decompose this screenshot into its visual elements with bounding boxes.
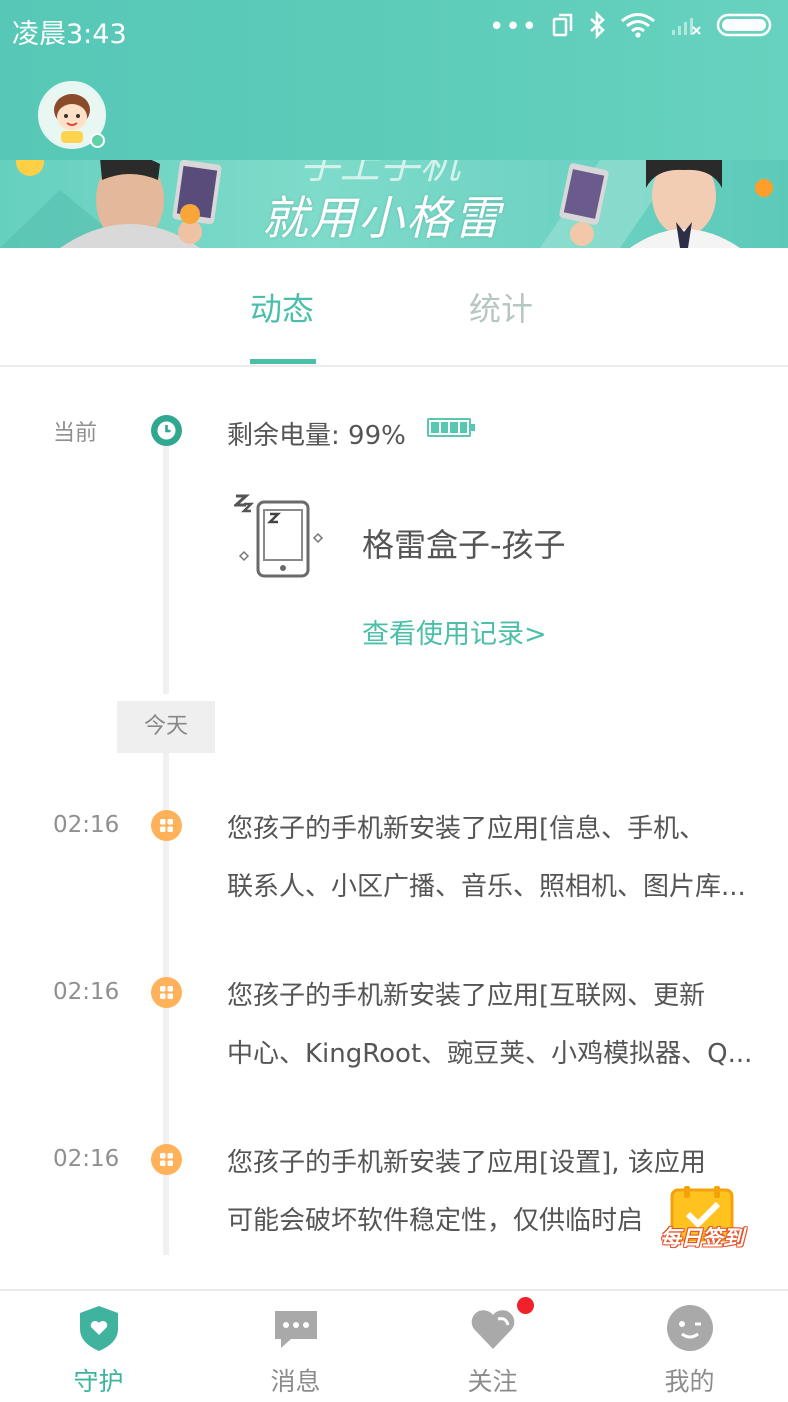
nav-label: 我的: [664, 1367, 715, 1396]
clock-icon: [151, 415, 182, 446]
nav-guard[interactable]: 守护: [0, 1291, 197, 1402]
nav-label: 关注: [467, 1367, 518, 1396]
event-message-line: 中心、KingRoot、豌豆荚、小鸡模拟器、Q...: [227, 1039, 753, 1069]
online-status-dot: [90, 133, 105, 148]
tab-activity[interactable]: 动态: [250, 284, 314, 330]
screen-mirror-icon: [552, 13, 574, 41]
daily-signin-button[interactable]: 每日签到: [654, 1186, 750, 1252]
sleeping-phone-icon: [232, 490, 326, 582]
daily-signin-label: 每日签到: [660, 1226, 744, 1250]
battery-remaining-text: 剩余电量: 99%: [227, 421, 406, 451]
battery-level-icon: [427, 418, 471, 437]
apps-grid-icon: [151, 1144, 182, 1175]
nav-label: 守护: [73, 1367, 124, 1396]
banner-slogan: 就用小格雷: [262, 191, 502, 245]
smiley-face-icon: [665, 1303, 715, 1353]
battery-status-icon: [716, 13, 774, 41]
view-usage-link[interactable]: 查看使用记录>: [362, 612, 547, 651]
event-message-line: 您孩子的手机新安装了应用[互联网、更新: [227, 981, 706, 1011]
status-bar-time: 凌晨3:43: [12, 19, 127, 50]
bluetooth-icon: [588, 10, 606, 43]
shield-heart-icon: [74, 1303, 124, 1353]
event-message-line: 您孩子的手机新安装了应用[设置], 该应用: [227, 1148, 706, 1178]
nav-messages[interactable]: 消息: [197, 1291, 394, 1402]
bottom-navigation: 守护 消息 关注 我的: [0, 1289, 788, 1402]
event-time: 02:16: [53, 1146, 120, 1172]
current-label: 当前: [53, 421, 98, 446]
apps-grid-icon: [151, 977, 182, 1008]
signal-off-icon: [670, 12, 702, 42]
nav-mine[interactable]: 我的: [591, 1291, 788, 1402]
more-dots-icon: •••: [488, 12, 538, 42]
event-time: 02:16: [53, 979, 120, 1005]
event-message: 您孩子的手机新安装了应用[互联网、更新 中心、KingRoot、豌豆荚、小鸡模拟…: [227, 967, 767, 1083]
battery-cap: [471, 424, 475, 431]
today-badge: 今天: [117, 701, 215, 753]
event-message-line: 联系人、小区广播、音乐、照相机、图片库...: [227, 872, 746, 902]
heart-icon: [468, 1303, 518, 1353]
timeline-line-top: [163, 440, 169, 694]
app-header: 凌晨3:43 •••: [0, 0, 788, 160]
tab-bar: 动态 统计: [0, 248, 788, 367]
nav-label: 消息: [270, 1367, 321, 1396]
active-tab-indicator: [250, 359, 316, 364]
status-bar-icons: •••: [489, 10, 774, 44]
tab-statistics[interactable]: 统计: [469, 284, 533, 330]
event-message: 您孩子的手机新安装了应用[信息、手机、 联系人、小区广播、音乐、照相机、图片库.…: [227, 800, 767, 916]
event-time: 02:16: [53, 812, 120, 838]
device-name: 格雷盒子-孩子: [362, 526, 566, 564]
event-message-line: 您孩子的手机新安装了应用[信息、手机、: [227, 814, 706, 844]
apps-grid-icon: [151, 810, 182, 841]
wifi-icon: [620, 12, 656, 42]
nav-follow[interactable]: 关注: [394, 1291, 591, 1402]
notification-badge: [517, 1297, 534, 1314]
promo-banner[interactable]: 手上手机 就用小格雷: [0, 160, 788, 248]
chat-bubble-icon: [271, 1303, 321, 1353]
